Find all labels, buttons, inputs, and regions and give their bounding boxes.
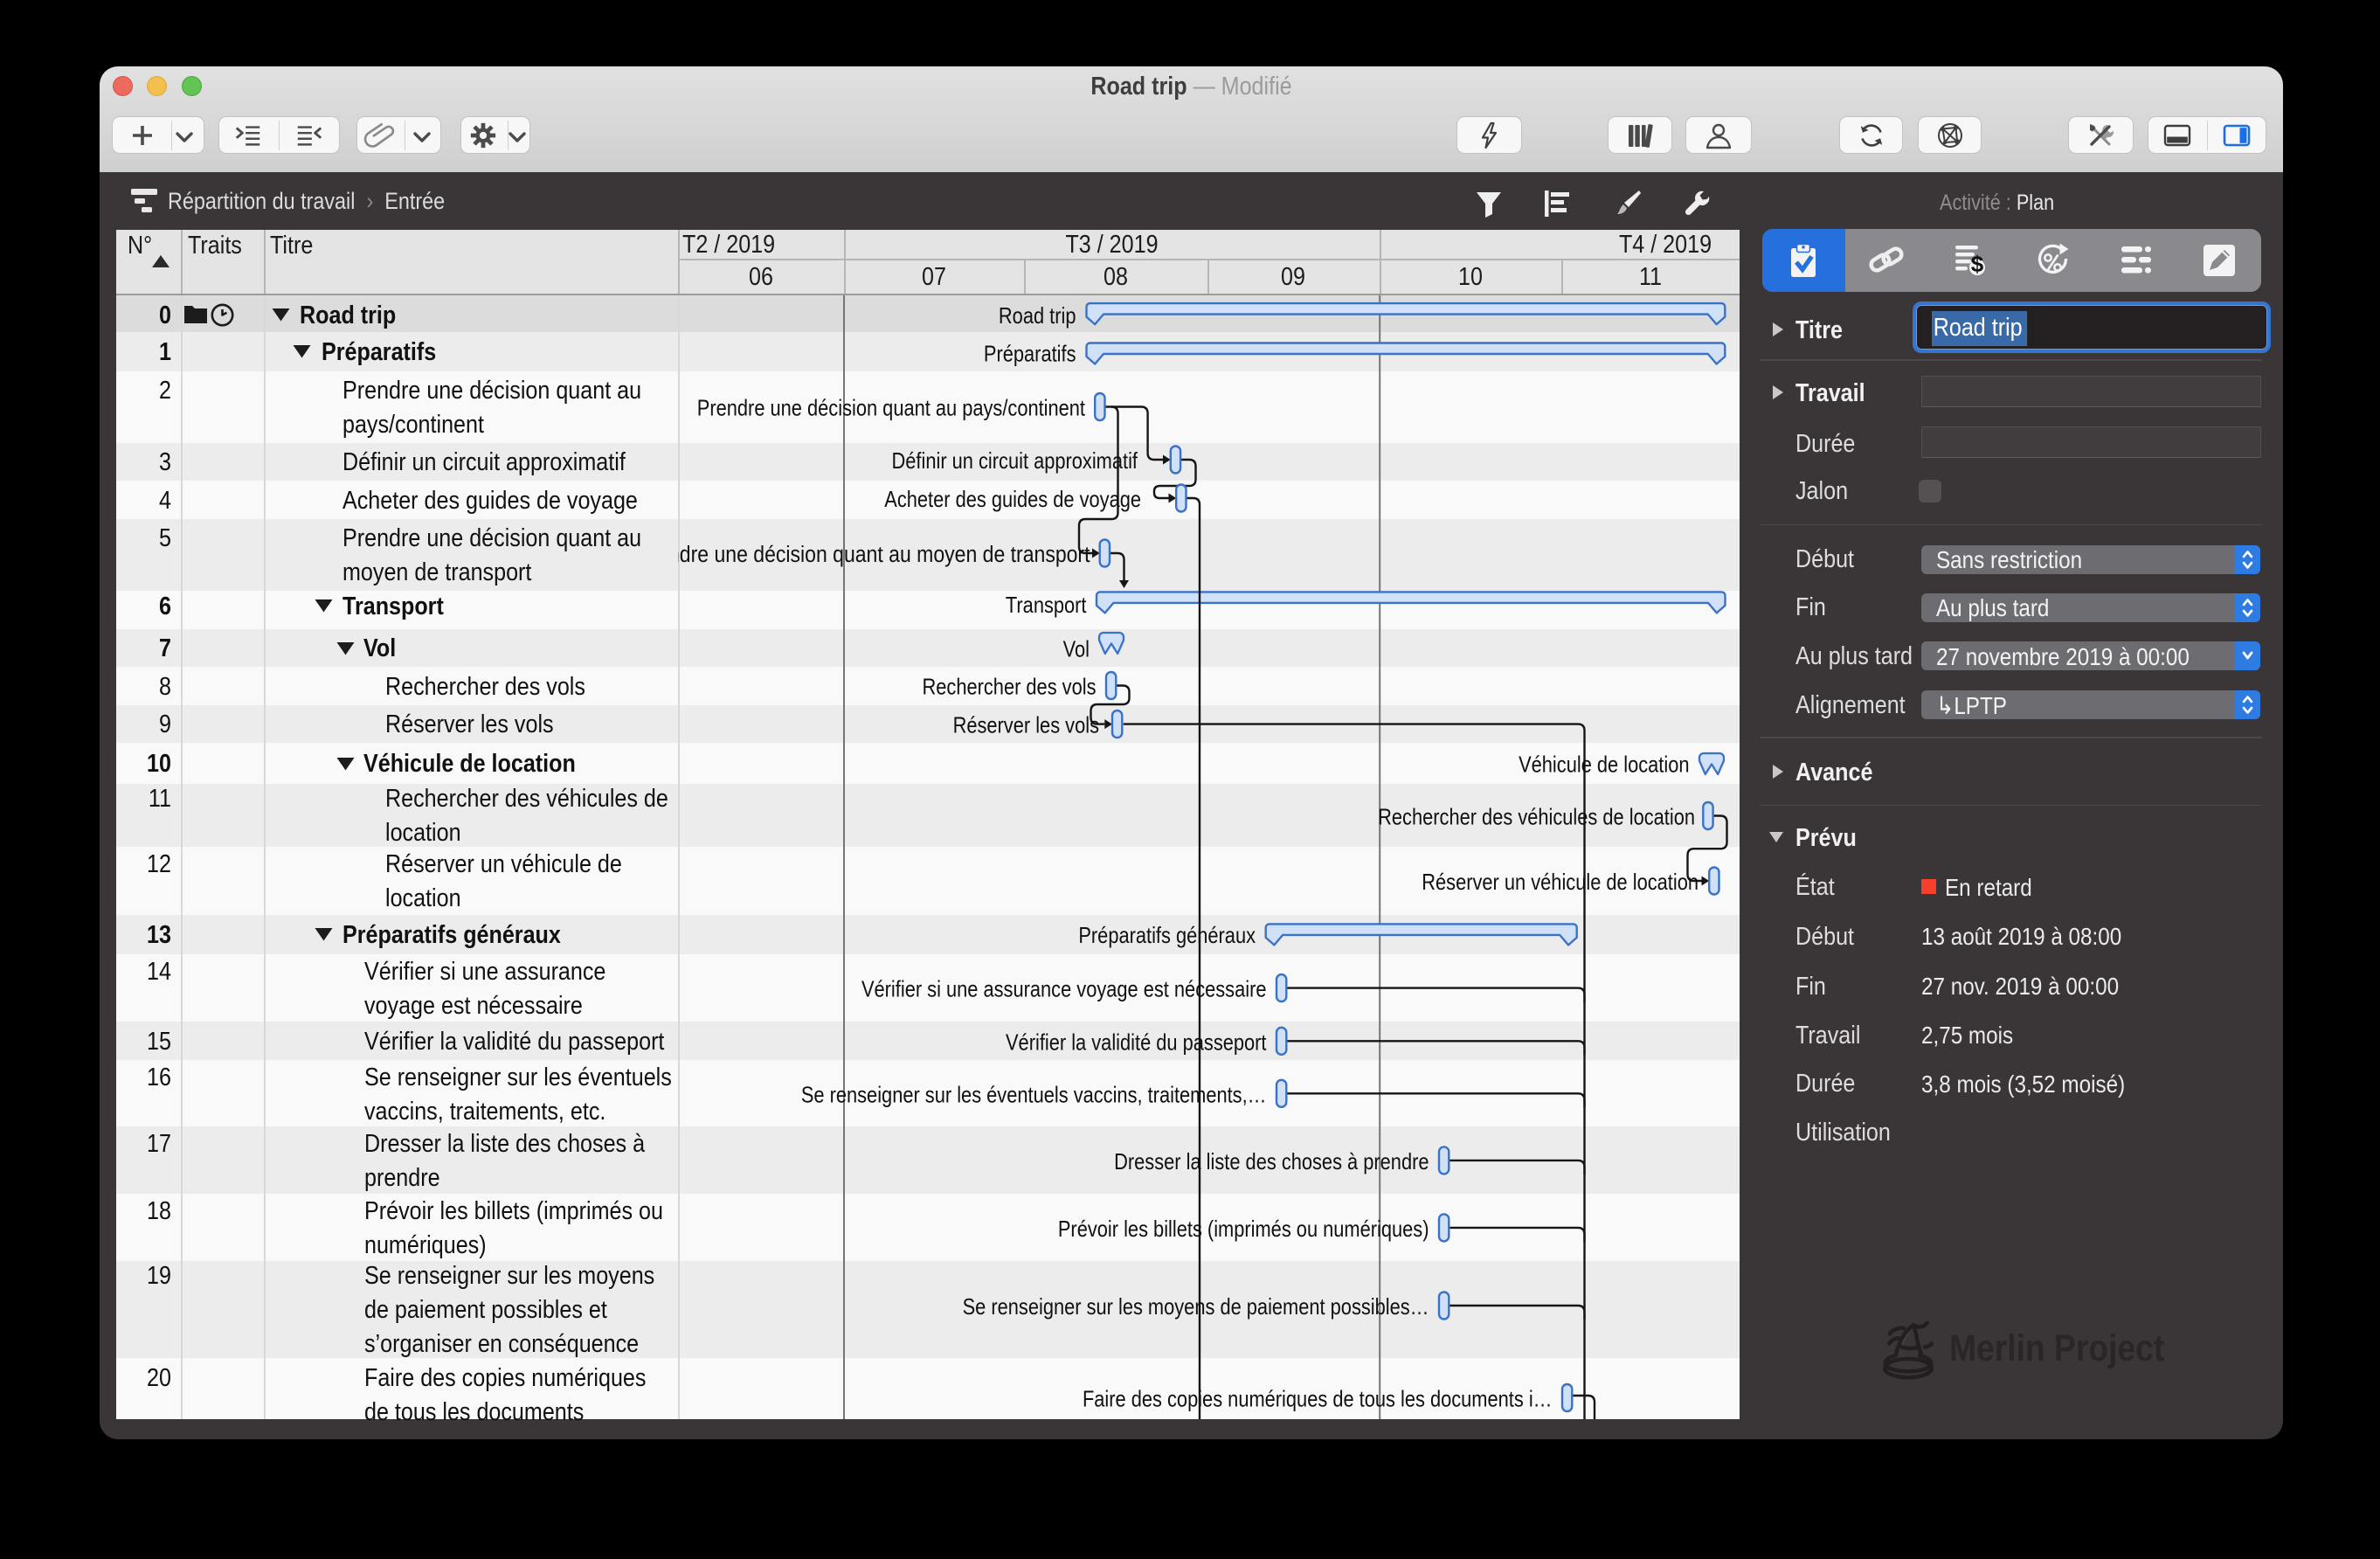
svg-text:Prendre une décision quant au: Prendre une décision quant au moyen de t…: [678, 543, 1090, 568]
svg-text:Préparatifs: Préparatifs: [984, 342, 1076, 367]
svg-text:Prendre une décision quant au: Prendre une décision quant au pays/conti…: [697, 396, 1086, 421]
svg-text:Transport: Transport: [1006, 592, 1087, 618]
svg-text:Préparatifs généraux: Préparatifs généraux: [1078, 923, 1256, 948]
svg-text:Faire des copies numériques de: Faire des copies numériques de tous les …: [1083, 1387, 1553, 1412]
svg-text:Prévoir les billets (imprimés: Prévoir les billets (imprimés ou numériq…: [1058, 1216, 1429, 1242]
svg-text:Dresser la liste des choses à: Dresser la liste des choses à prendre: [1114, 1149, 1429, 1174]
svg-text:Acheter des guides de voyage: Acheter des guides de voyage: [884, 487, 1141, 512]
svg-text:$: $: [1970, 251, 1983, 277]
svg-text:Road trip: Road trip: [999, 303, 1076, 329]
svg-text:Véhicule de location: Véhicule de location: [1519, 752, 1689, 778]
svg-text:Définir un circuit approximati: Définir un circuit approximatif: [892, 448, 1138, 474]
svg-text:Vérifier la validité du passep: Vérifier la validité du passeport: [1006, 1030, 1267, 1056]
svg-text:Rechercher des véhicules de lo: Rechercher des véhicules de location: [1378, 805, 1695, 830]
svg-text:Vol: Vol: [1063, 637, 1090, 662]
svg-text:Réserver les vols: Réserver les vols: [953, 713, 1099, 738]
svg-text:Rechercher des vols: Rechercher des vols: [923, 675, 1097, 700]
svg-text:Réserver un véhicule de locati: Réserver un véhicule de location: [1422, 870, 1699, 895]
svg-text:Se renseigner sur les éventuel: Se renseigner sur les éventuels vaccins,…: [801, 1083, 1267, 1108]
svg-text:Vérifier si une assurance voya: Vérifier si une assurance voyage est néc…: [861, 977, 1267, 1002]
svg-text:Se renseigner sur les moyens d: Se renseigner sur les moyens de paiement…: [963, 1294, 1429, 1320]
